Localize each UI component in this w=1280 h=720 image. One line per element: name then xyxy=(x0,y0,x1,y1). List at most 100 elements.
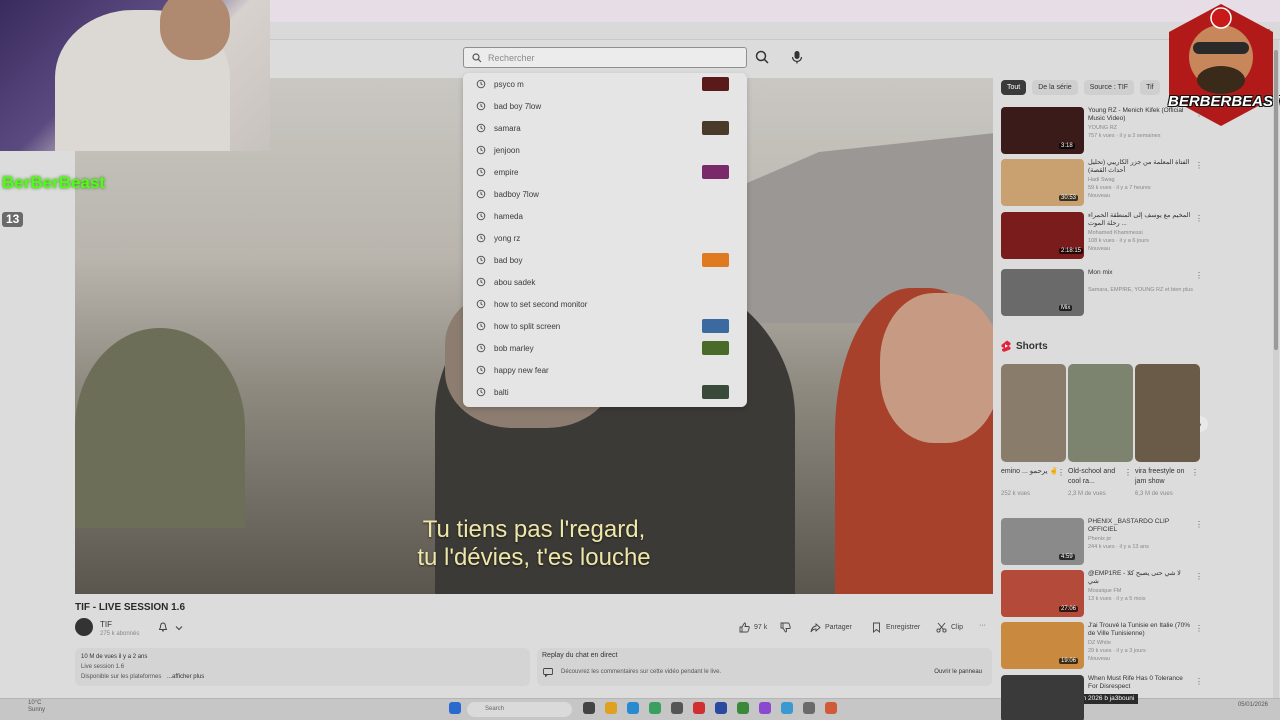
voice-search-button[interactable] xyxy=(789,49,805,65)
filter-chip[interactable]: Source : TIF xyxy=(1083,80,1135,95)
search-suggestion-item[interactable]: abou sadek xyxy=(463,271,747,293)
recommendation-card[interactable]: 30:53 الفتاة المعلمة من جزر الكاريبي (تحل… xyxy=(1001,159,1203,207)
obs-icon[interactable] xyxy=(803,702,815,714)
recommendation-channel[interactable]: Samara, EMPIRE, YOUNG RZ et bien plus xyxy=(1088,286,1193,294)
search-suggestion-item[interactable]: psyco m xyxy=(463,73,747,95)
recommendation-title[interactable]: Young RZ - Menich Kifek (Official Music … xyxy=(1088,107,1193,123)
file-explorer-icon[interactable] xyxy=(605,702,617,714)
discord-icon[interactable] xyxy=(759,702,771,714)
short-thumbnail[interactable] xyxy=(1068,364,1133,462)
kebab-menu-icon[interactable]: ⋮ xyxy=(1195,271,1203,280)
chrome-app-icon[interactable] xyxy=(825,702,837,714)
recommendation-card[interactable]: 27:06 @EMP1RE - لا شي حتى يصبح كلا شي Mosa… xyxy=(1001,570,1203,618)
search-suggestion-item[interactable]: bad boy xyxy=(463,249,747,271)
kebab-menu-icon[interactable]: ⋮ xyxy=(1191,468,1199,477)
kebab-menu-icon[interactable]: ⋮ xyxy=(1195,214,1203,223)
description-stats: 10 M de vues il y a 2 ans xyxy=(81,654,148,660)
description-box[interactable]: 10 M de vues il y a 2 ans Live session 1… xyxy=(75,648,530,686)
mail-icon[interactable] xyxy=(715,702,727,714)
taskbar-search[interactable]: Search xyxy=(467,702,572,717)
youtube-music-icon[interactable] xyxy=(693,702,705,714)
video-duration: 4:59 xyxy=(1059,554,1075,560)
show-more-link[interactable]: ...afficher plus xyxy=(167,674,204,680)
recommendation-title[interactable]: الفتاة المعلمة من جزر الكاريبي (تحليل أح… xyxy=(1088,159,1193,175)
recommendation-title[interactable]: Mon mix xyxy=(1088,269,1193,277)
recommendation-channel[interactable]: YOUNG RZ xyxy=(1088,124,1117,132)
scrollbar-thumb[interactable] xyxy=(1274,50,1278,350)
video-thumbnail[interactable] xyxy=(1001,675,1084,720)
kebab-menu-icon[interactable]: ⋮ xyxy=(1124,468,1132,477)
shorts-icon xyxy=(1001,340,1011,352)
recommendation-title[interactable]: المخيم مع يوسف إلى المنطقة الحمراء ... ر… xyxy=(1088,212,1193,228)
recommendation-channel[interactable]: Mohamed Khammessi xyxy=(1088,229,1143,237)
search-button[interactable] xyxy=(754,49,770,65)
filter-chip[interactable]: Tif xyxy=(1140,80,1160,95)
history-icon xyxy=(476,79,486,89)
edge-browser-icon[interactable] xyxy=(627,702,639,714)
recommendation-card[interactable]: 4:59 PHENIX _BASTARDO CLIP OFFICIEL Phenix… xyxy=(1001,518,1203,566)
search-box[interactable] xyxy=(463,47,747,68)
open-chat-panel-button[interactable]: Ouvrir le panneau xyxy=(934,669,982,675)
kebab-menu-icon[interactable]: ⋮ xyxy=(1195,572,1203,581)
search-suggestion-item[interactable]: how to set second monitor xyxy=(463,293,747,315)
recommendation-title[interactable]: PHENIX _BASTARDO CLIP OFFICIEL xyxy=(1088,518,1193,534)
search-suggestion-item[interactable]: happy new fear xyxy=(463,359,747,381)
nvidia-icon[interactable] xyxy=(737,702,749,714)
more-actions-button[interactable]: ··· xyxy=(979,622,986,629)
recommendation-channel[interactable]: DZ White xyxy=(1088,639,1111,647)
recommendation-channel[interactable]: Phenix pr xyxy=(1088,535,1111,543)
channel-avatar[interactable] xyxy=(75,618,93,636)
kebab-menu-icon[interactable]: ⋮ xyxy=(1195,677,1203,686)
short-thumbnail[interactable] xyxy=(1001,364,1066,462)
recommendation-title[interactable]: When Must Rife Has 0 Tolerance For Disre… xyxy=(1088,675,1193,691)
kebab-menu-icon[interactable]: ⋮ xyxy=(1057,468,1065,477)
share-button[interactable]: Partager xyxy=(810,622,852,633)
history-icon xyxy=(476,211,486,221)
search-suggestion-item[interactable]: yong rz xyxy=(463,227,747,249)
search-suggestion-item[interactable]: balti xyxy=(463,381,747,403)
kebab-menu-icon[interactable]: ⋮ xyxy=(1195,624,1203,633)
recommendation-channel[interactable]: Hadi Swag xyxy=(1088,176,1115,184)
search-suggestion-item[interactable]: bob marley xyxy=(463,337,747,359)
filter-chip[interactable]: Tout xyxy=(1001,80,1027,95)
taskbar-weather[interactable]: 10°C Sunny xyxy=(28,700,45,714)
taskbar-clock[interactable]: 05/01/2026 xyxy=(1238,702,1268,709)
recommendation-title[interactable]: @EMP1RE - لا شي حتى يصبح كلا شي xyxy=(1088,570,1193,586)
short-title[interactable]: emino ... يرحمو ✌ xyxy=(1001,467,1061,477)
task-view-icon[interactable] xyxy=(583,702,595,714)
windows-start-icon[interactable] xyxy=(449,702,461,714)
kebab-menu-icon[interactable]: ⋮ xyxy=(1195,520,1203,529)
recommendation-card[interactable]: When Must Rife Has 0 Tolerance For Disre… xyxy=(1001,675,1203,720)
page-scrollbar[interactable] xyxy=(1273,40,1279,698)
search-suggestion-item[interactable]: empire xyxy=(463,161,747,183)
search-suggestion-item[interactable]: how to split screen xyxy=(463,315,747,337)
recommendation-title[interactable]: J'ai Trouvé la Tunisie en Italie (70% de… xyxy=(1088,622,1193,638)
like-button[interactable]: 97 k xyxy=(739,622,767,633)
kebab-menu-icon[interactable]: ⋮ xyxy=(1195,109,1203,118)
recommendation-card[interactable]: 2:18:15 المخيم مع يوسف إلى المنطقة الحمرا… xyxy=(1001,212,1203,260)
save-button[interactable]: Enregistrer xyxy=(871,622,920,633)
chrome-profile-icon[interactable] xyxy=(781,702,793,714)
recommendation-card[interactable]: Mix Mon mix Samara, EMPIRE, YOUNG RZ et bi… xyxy=(1001,269,1203,317)
search-suggestion-item[interactable]: hameda xyxy=(463,205,747,227)
recommendation-card[interactable]: 19:06 J'ai Trouvé la Tunisie en Italie (7… xyxy=(1001,622,1203,670)
search-suggestion-item[interactable]: bad boy 7low xyxy=(463,95,747,117)
clip-button[interactable]: Clip xyxy=(936,622,963,633)
kebab-menu-icon[interactable]: ⋮ xyxy=(1195,161,1203,170)
short-thumbnail[interactable] xyxy=(1135,364,1200,462)
search-suggestion-item[interactable]: jenjoon xyxy=(463,139,747,161)
recommendation-card[interactable]: 3:18 Young RZ - Menich Kifek (Official Mu… xyxy=(1001,107,1203,155)
search-input[interactable] xyxy=(488,52,718,63)
chrome-icon[interactable] xyxy=(649,702,661,714)
search-suggestion-item[interactable]: badboy 7low xyxy=(463,183,747,205)
short-title[interactable]: vira freestyle on jam show xyxy=(1135,467,1195,487)
notification-bell-button[interactable] xyxy=(158,622,186,634)
dislike-button[interactable] xyxy=(780,622,791,633)
channel-name[interactable]: TIF xyxy=(100,620,112,629)
steam-icon[interactable] xyxy=(671,702,683,714)
search-suggestion-item[interactable]: samara xyxy=(463,117,747,139)
suggestion-thumbnail xyxy=(702,121,729,135)
short-title[interactable]: Old-school and cool ra... xyxy=(1068,467,1128,487)
recommendation-channel[interactable]: Mosaique FM xyxy=(1088,587,1121,595)
filter-chip[interactable]: De la série xyxy=(1032,80,1078,95)
